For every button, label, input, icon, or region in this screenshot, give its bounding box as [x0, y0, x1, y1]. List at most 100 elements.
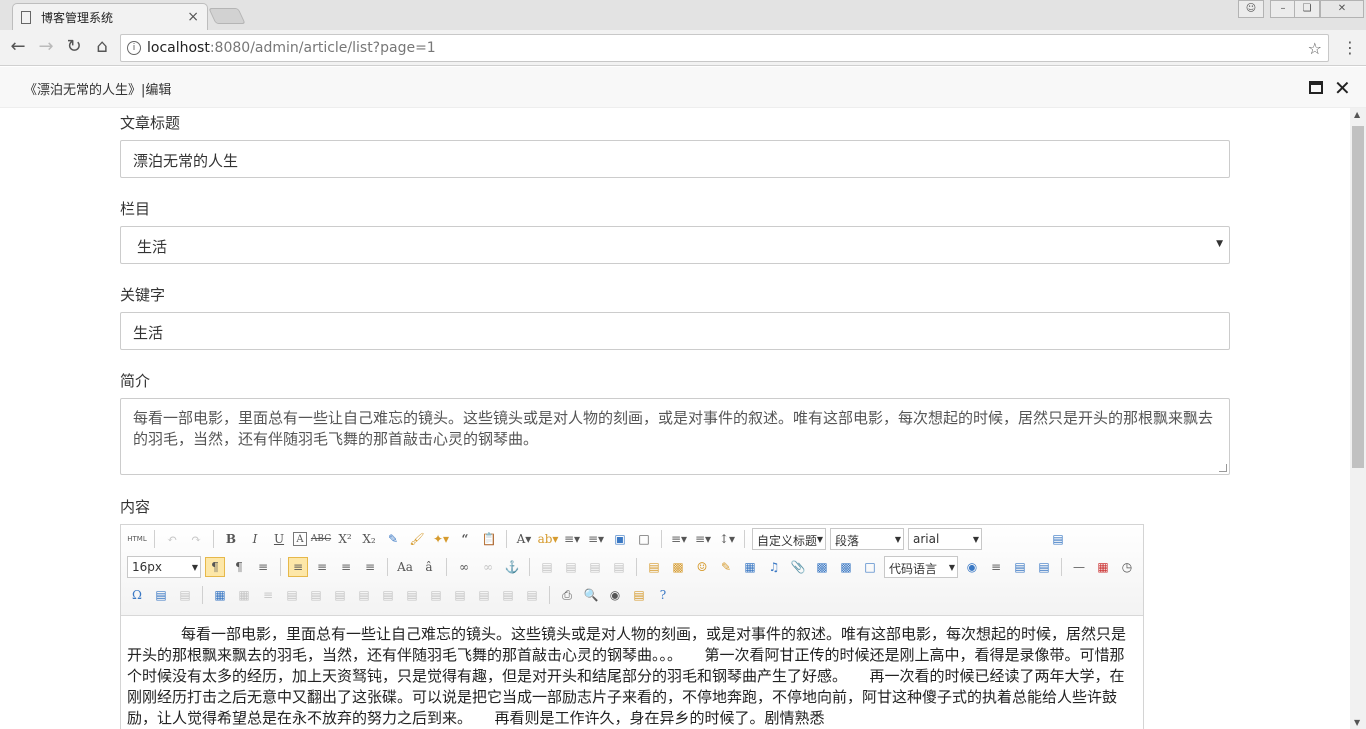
image-center-icon[interactable]: ▤ — [609, 557, 629, 577]
insert-paragraph-before-table-icon[interactable]: ≡ — [258, 585, 278, 605]
layer-close-icon[interactable]: ✕ — [1334, 76, 1351, 100]
scrollbar[interactable]: ▲ ▼ — [1350, 108, 1366, 729]
home-icon[interactable]: ⌂ — [92, 38, 112, 56]
address-bar[interactable]: i localhost:8080/admin/article/list?page… — [120, 34, 1329, 62]
scroll-down-icon[interactable]: ▼ — [1354, 718, 1360, 727]
font-color-icon[interactable]: A▾ — [514, 529, 534, 549]
align-center-icon[interactable]: ≡ — [312, 557, 332, 577]
clear-doc-icon[interactable]: □ — [634, 529, 654, 549]
split-cols-icon[interactable]: ▤ — [498, 585, 518, 605]
lowercase-icon[interactable]: â — [419, 557, 439, 577]
delete-col-icon[interactable]: ▤ — [354, 585, 374, 605]
time-icon[interactable]: ◷ — [1117, 557, 1137, 577]
insert-video-icon[interactable]: ▦ — [740, 557, 760, 577]
horizontal-rule-icon[interactable]: — — [1069, 557, 1089, 577]
html-source-icon[interactable]: HTML — [127, 529, 147, 549]
paragraph-select[interactable]: 段落 ▼ — [830, 528, 904, 550]
insert-col-icon[interactable]: ▤ — [330, 585, 350, 605]
ordered-list-icon[interactable]: ≡▾ — [562, 529, 582, 549]
scroll-up-icon[interactable]: ▲ — [1354, 110, 1360, 119]
align-right-icon[interactable]: ≡ — [336, 557, 356, 577]
web-app-icon[interactable]: ◉ — [962, 557, 982, 577]
browser-tab[interactable]: 博客管理系统 × — [12, 3, 208, 30]
bookmark-star-icon[interactable]: ☆ — [1308, 39, 1322, 58]
gmap-icon[interactable]: ▩ — [836, 557, 856, 577]
page-break-icon[interactable]: ≡ — [986, 557, 1006, 577]
minimize-icon[interactable]: – — [1270, 0, 1296, 18]
italic-icon[interactable]: I — [245, 529, 265, 549]
date-icon[interactable]: ▦ — [1093, 557, 1113, 577]
chart-icon[interactable]: ▤ — [522, 585, 542, 605]
justify-icon[interactable]: ≡ — [360, 557, 380, 577]
strikethrough-icon[interactable]: ABC — [311, 529, 331, 549]
image-left-icon[interactable]: ▤ — [561, 557, 581, 577]
delete-table-icon[interactable]: ▦ — [234, 585, 254, 605]
reload-icon[interactable]: ↻ — [64, 38, 84, 56]
special-char-icon[interactable]: Ω — [127, 585, 147, 605]
resize-handle-icon[interactable] — [1219, 464, 1227, 472]
bold-icon[interactable]: B — [221, 529, 241, 549]
align-left-icon[interactable]: ≡ — [288, 557, 308, 577]
font-border-icon[interactable]: A — [293, 532, 307, 546]
wordimage-icon[interactable]: ▤ — [151, 585, 171, 605]
font-size-select[interactable]: 16px ▼ — [127, 556, 201, 578]
highlight-icon[interactable]: ab▾ — [538, 529, 559, 549]
print-icon[interactable]: ⎙ — [557, 585, 577, 605]
fullscreen-icon[interactable]: ▤ — [1048, 529, 1068, 549]
unlink-icon[interactable]: ∞ — [478, 557, 498, 577]
split-cells-icon[interactable]: ▤ — [450, 585, 470, 605]
user-icon[interactable]: ☺ — [1238, 0, 1264, 18]
heading-select[interactable]: 自定义标题 ▼ — [752, 528, 826, 550]
scrollbar-thumb[interactable] — [1352, 126, 1364, 468]
merge-right-icon[interactable]: ▤ — [402, 585, 422, 605]
rtl-icon[interactable]: ¶ — [229, 557, 249, 577]
insert-row-icon[interactable]: ▤ — [282, 585, 302, 605]
ltr-icon[interactable]: ¶ — [205, 557, 225, 577]
summary-textarea[interactable]: 每看一部电影，里面总有一些让自己难忘的镜头。这些镜头或是对人物的刻画，或是对事件… — [120, 398, 1230, 475]
preview-icon[interactable]: 🔍 — [581, 585, 601, 605]
row-spacing-bottom-icon[interactable]: ≡▾ — [693, 529, 713, 549]
help-icon[interactable]: ? — [653, 585, 673, 605]
scrawl-icon[interactable]: ✎ — [716, 557, 736, 577]
superscript-icon[interactable]: X² — [335, 529, 355, 549]
split-rows-icon[interactable]: ▤ — [474, 585, 494, 605]
image-right-icon[interactable]: ▤ — [585, 557, 605, 577]
simple-upload-icon[interactable]: ▤ — [644, 557, 664, 577]
template-icon[interactable]: ▤ — [1010, 557, 1030, 577]
format-painter-icon[interactable]: 🖌 — [407, 529, 427, 549]
window-close-icon[interactable]: ✕ — [1320, 0, 1364, 18]
line-height-icon[interactable]: ↕▾ — [717, 529, 737, 549]
spechars-icon[interactable]: ▤ — [175, 585, 195, 605]
new-tab-button[interactable] — [208, 8, 246, 24]
auto-format-icon[interactable]: ✦▾ — [431, 529, 451, 549]
merge-cells-icon[interactable]: ▤ — [378, 585, 398, 605]
unordered-list-icon[interactable]: ≡▾ — [586, 529, 606, 549]
editor-content[interactable]: 每看一部电影，里面总有一些让自己难忘的镜头。这些镜头或是对人物的刻画，或是对事件… — [121, 616, 1143, 729]
redo-icon[interactable]: ↷ — [186, 529, 206, 549]
map-icon[interactable]: ▩ — [812, 557, 832, 577]
drafts-icon[interactable]: ▤ — [629, 585, 649, 605]
undo-icon[interactable]: ↶ — [162, 529, 182, 549]
merge-down-icon[interactable]: ▤ — [426, 585, 446, 605]
code-language-select[interactable]: 代码语言 ▼ — [884, 556, 958, 578]
restore-icon[interactable]: ❏ — [1294, 0, 1320, 18]
title-input[interactable]: 漂泊无常的人生 — [120, 140, 1230, 178]
browser-menu-icon[interactable]: ⋮ — [1342, 38, 1358, 57]
eraser-icon[interactable]: ✎ — [383, 529, 403, 549]
insert-image-icon[interactable]: ▩ — [668, 557, 688, 577]
insert-table-icon[interactable]: ▦ — [210, 585, 230, 605]
forward-icon[interactable]: → — [36, 38, 56, 56]
delete-row-icon[interactable]: ▤ — [306, 585, 326, 605]
indent-icon[interactable]: ≡ — [253, 557, 273, 577]
image-none-icon[interactable]: ▤ — [537, 557, 557, 577]
music-icon[interactable]: ♫ — [764, 557, 784, 577]
link-icon[interactable]: ∞ — [454, 557, 474, 577]
category-select[interactable]: 生活 ▼ — [120, 226, 1230, 264]
blockquote-icon[interactable]: “ — [455, 529, 475, 549]
subscript-icon[interactable]: X₂ — [359, 529, 379, 549]
keywords-input[interactable]: 生活 — [120, 312, 1230, 350]
back-icon[interactable]: ← — [8, 38, 28, 56]
underline-icon[interactable]: U — [269, 529, 289, 549]
emotion-icon[interactable]: ☺ — [692, 557, 712, 577]
row-spacing-top-icon[interactable]: ≡▾ — [669, 529, 689, 549]
